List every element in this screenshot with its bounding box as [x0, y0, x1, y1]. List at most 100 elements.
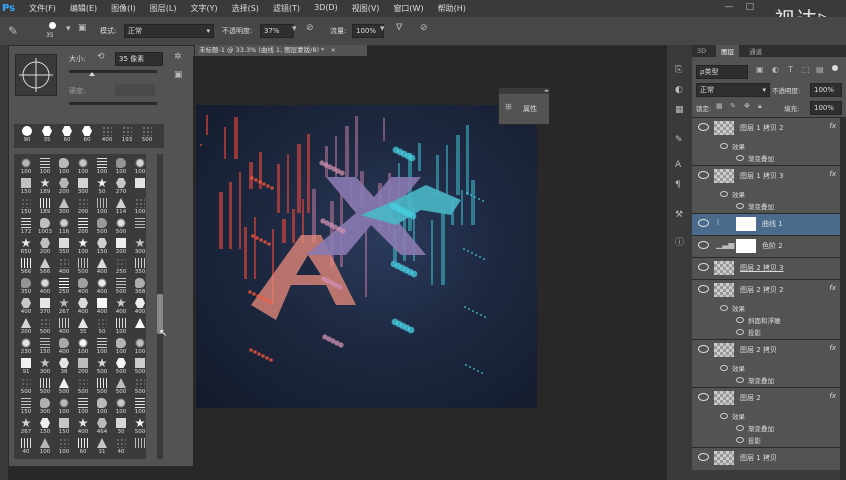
menu-item[interactable]: 视图(V) — [352, 3, 380, 14]
brush-preset[interactable]: 500 — [129, 416, 146, 438]
filter-shape-icon[interactable]: ⬚ — [802, 65, 810, 74]
filter-toggle[interactable] — [832, 65, 838, 71]
menu-item[interactable]: 帮助(H) — [438, 3, 466, 14]
menu-item[interactable]: 图层(L) — [150, 3, 177, 14]
new-preset-icon[interactable]: ▣ — [174, 70, 183, 80]
menu-item[interactable]: 滤镜(T) — [273, 3, 300, 14]
layer-row[interactable]: ⌇ 曲线 1 — [692, 213, 846, 236]
filter-type-icon[interactable]: T — [788, 65, 793, 74]
tab-channels[interactable]: 通道 — [749, 46, 762, 56]
brush-preset[interactable]: 400 — [96, 124, 118, 146]
menu-item[interactable]: 文件(F) — [29, 3, 56, 14]
menu-item[interactable]: 图像(I) — [111, 3, 136, 14]
effect-visibility-icon[interactable] — [736, 155, 744, 161]
fx-badge[interactable]: fx — [829, 122, 836, 130]
hardness-slider[interactable] — [69, 102, 157, 105]
lock-image-icon[interactable]: ✎ — [730, 102, 736, 110]
layer-row[interactable]: 图层 1 拷贝 3 fx — [692, 165, 846, 188]
document-tab[interactable]: 未标题-1 @ 33.3% (曲线 1, 图层蒙版/8) * × — [195, 45, 367, 56]
effect-name[interactable]: 渐变叠加 — [748, 423, 774, 433]
brush-tool-icon[interactable]: ✎ — [8, 24, 18, 38]
maximize-button[interactable]: □ — [745, 2, 754, 12]
effect-visibility-icon[interactable] — [736, 425, 744, 431]
brush-preset[interactable]: 193 — [116, 124, 138, 146]
effects-visibility-icon[interactable] — [720, 365, 728, 371]
menu-item[interactable]: 3D(D) — [314, 3, 338, 14]
chevron-down-icon[interactable]: ▾ — [66, 24, 71, 34]
pressure-opacity-icon[interactable]: ⊘ — [306, 23, 314, 33]
brush-preset[interactable] — [129, 216, 146, 238]
pressure-size-icon[interactable]: ⊘ — [420, 23, 428, 33]
brush-preset[interactable]: 500 — [136, 124, 158, 146]
visibility-eye-icon[interactable] — [698, 219, 709, 227]
brush-preset[interactable]: 60 — [56, 124, 78, 146]
visibility-eye-icon[interactable] — [698, 285, 709, 293]
effects-visibility-icon[interactable] — [720, 143, 728, 149]
effect-visibility-icon[interactable] — [736, 437, 744, 443]
effects-visibility-icon[interactable] — [720, 413, 728, 419]
layer-row[interactable]: 图层 2 fx — [692, 387, 846, 410]
effects-visibility-icon[interactable] — [720, 305, 728, 311]
brush-preset[interactable] — [129, 436, 146, 458]
effect-visibility-icon[interactable] — [736, 377, 744, 383]
brush-preset[interactable]: 368 — [129, 276, 146, 298]
preset-scrollbar[interactable] — [157, 154, 163, 459]
layer-row[interactable]: 图层 2 拷贝 fx — [692, 339, 846, 362]
kind-filter-select[interactable]: ρ类型 — [696, 65, 748, 79]
fx-badge[interactable]: fx — [829, 344, 836, 352]
panel-collapse-bar[interactable]: ◂▸ — [499, 88, 549, 94]
chevron-down-icon[interactable]: ▾ — [380, 24, 385, 34]
effect-name[interactable]: 投影 — [748, 327, 761, 337]
brush-preset[interactable]: 400 — [129, 296, 146, 318]
effect-name[interactable]: 投影 — [748, 435, 761, 445]
lock-all-icon[interactable]: 🔒︎ — [758, 102, 762, 111]
mode-select[interactable]: 正常 ▾ — [124, 24, 214, 38]
gear-icon[interactable]: ✲ — [174, 52, 182, 62]
close-tab-button[interactable]: × — [330, 46, 335, 54]
visibility-eye-icon[interactable] — [698, 393, 709, 401]
visibility-eye-icon[interactable] — [698, 123, 709, 131]
tool-presets-icon[interactable]: ⚒ — [675, 210, 683, 220]
visibility-eye-icon[interactable] — [698, 453, 709, 461]
brush-preset[interactable]: 500 — [129, 356, 146, 378]
chevron-down-icon[interactable]: ▾ — [292, 24, 297, 34]
menu-item[interactable]: 编辑(E) — [70, 3, 97, 14]
effects-visibility-icon[interactable] — [720, 191, 728, 197]
menu-item[interactable]: 选择(S) — [232, 3, 259, 14]
fill-input[interactable]: 100% — [810, 101, 842, 115]
brush-preset[interactable]: 90 — [16, 124, 38, 146]
effect-visibility-icon[interactable] — [736, 203, 744, 209]
visibility-eye-icon[interactable] — [698, 241, 709, 249]
brush-preset-picker[interactable]: 35 — [42, 20, 64, 42]
opacity-input[interactable]: 37% — [260, 24, 294, 38]
effect-name[interactable]: 渐变叠加 — [748, 375, 774, 385]
paragraph-icon[interactable]: ¶ — [675, 180, 681, 190]
tab-layers[interactable]: 图层 — [716, 45, 740, 57]
menu-item[interactable]: 窗口(W) — [393, 3, 423, 14]
size-slider[interactable] — [69, 70, 157, 76]
effect-name[interactable]: 渐变叠加 — [748, 153, 774, 163]
filter-adjust-icon[interactable]: ◐ — [772, 65, 779, 74]
effect-name[interactable]: 渐变叠加 — [748, 201, 774, 211]
lock-position-icon[interactable]: ✥ — [744, 102, 750, 110]
brush-preset[interactable] — [129, 316, 146, 338]
brush-preset[interactable]: 100 — [129, 196, 146, 218]
brush-angle-preview[interactable] — [15, 54, 57, 96]
lock-transparent-icon[interactable]: ▦ — [716, 102, 723, 110]
brush-preset[interactable]: 100 — [129, 156, 146, 178]
blend-mode-select[interactable]: 正常 ▾ — [696, 83, 770, 97]
history-icon[interactable]: ⎘ — [675, 65, 682, 75]
visibility-eye-icon[interactable] — [698, 263, 709, 271]
size-input[interactable]: 35 像素 — [115, 52, 163, 66]
brush-preset[interactable]: 60 — [76, 124, 98, 146]
filter-smart-icon[interactable]: ▤ — [816, 65, 824, 74]
brush-preset[interactable]: 35 — [36, 124, 58, 146]
visibility-eye-icon[interactable] — [698, 345, 709, 353]
airbrush-icon[interactable]: ᐁ — [396, 23, 402, 33]
properties-icon[interactable]: ⊞ — [505, 102, 512, 111]
info-icon[interactable]: ⓘ — [675, 235, 684, 248]
brush-preset[interactable]: 100 — [129, 396, 146, 418]
brush-preset[interactable]: 300 — [129, 236, 146, 258]
menu-item[interactable]: 文字(Y) — [190, 3, 217, 14]
brush-preset[interactable]: 350 — [129, 256, 146, 278]
